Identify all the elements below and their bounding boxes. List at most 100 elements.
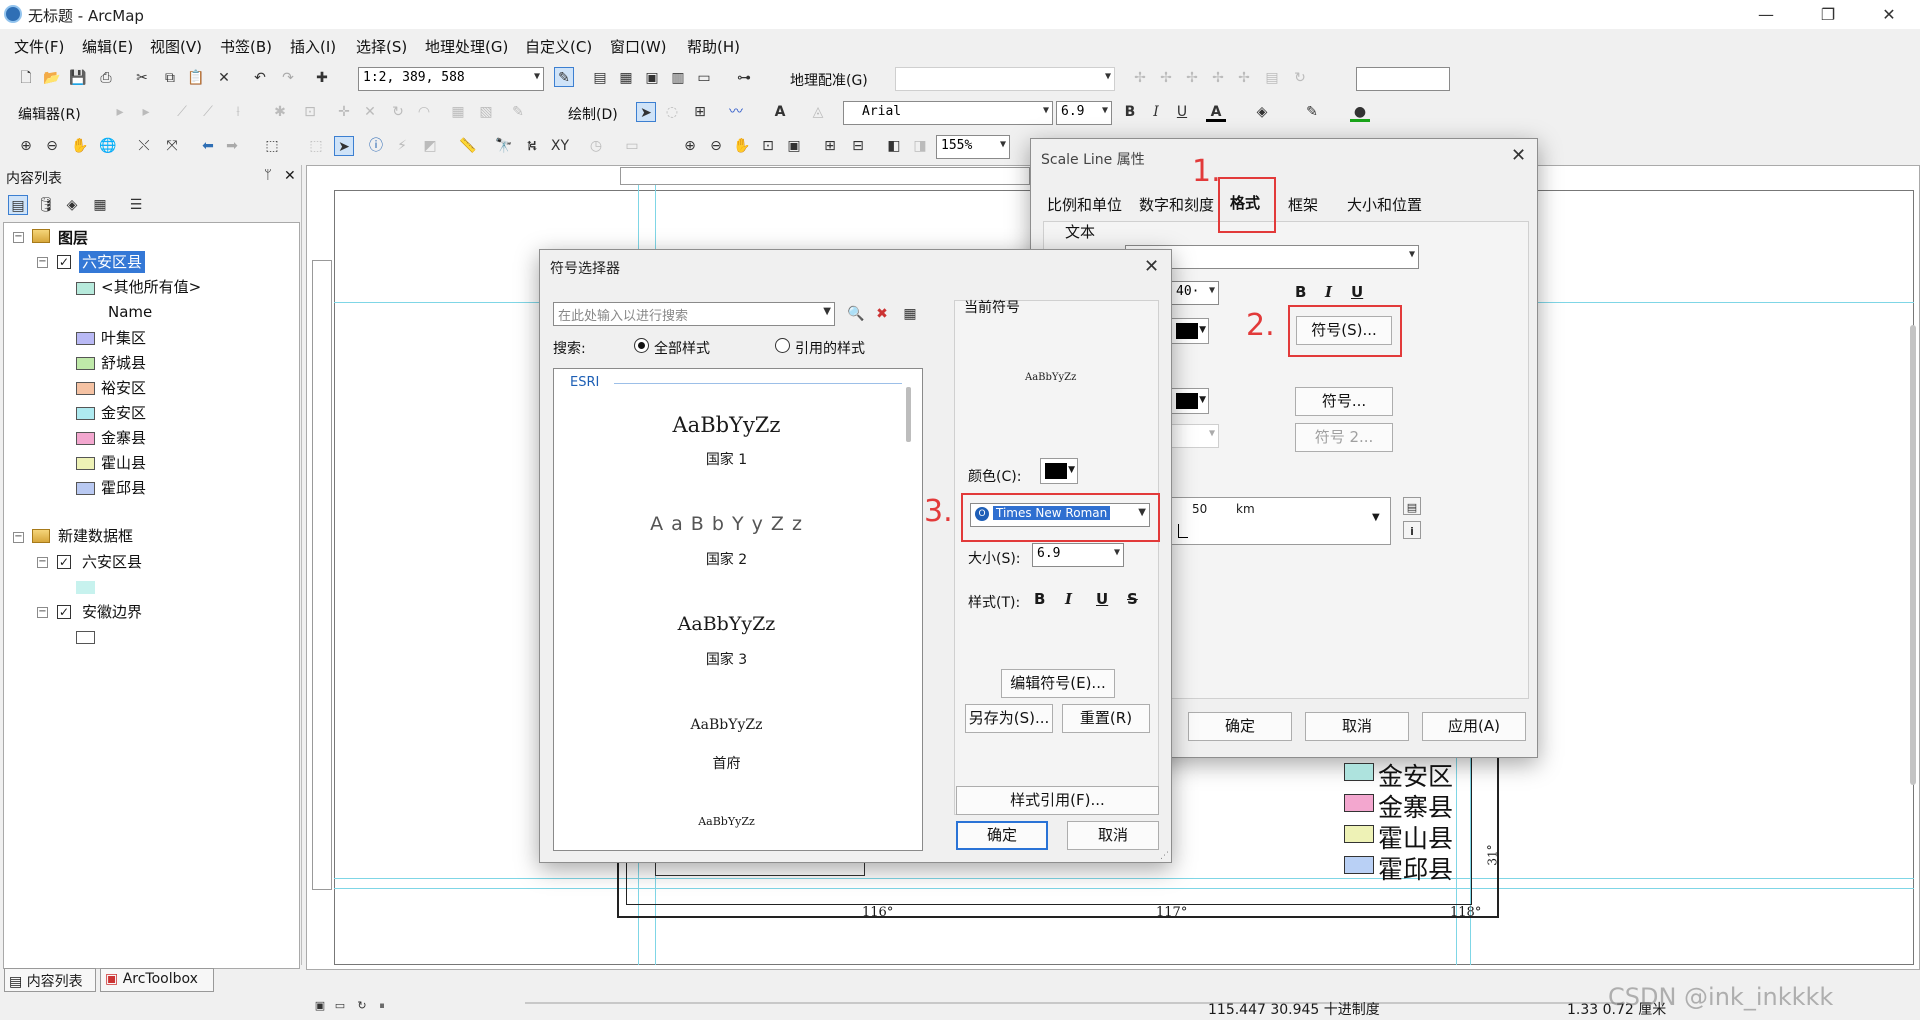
tab-toc[interactable]: ▤ 内容列表 [4,968,96,992]
select-features-icon[interactable]: ⬚ [262,136,282,156]
text-tool-icon[interactable]: A [770,102,790,122]
radio-referenced-styles[interactable] [775,338,790,353]
minimize-button[interactable]: — [1735,0,1797,29]
cut-polygon-icon[interactable]: ⊡ [300,102,320,122]
zoom-whole-page-icon[interactable]: ⊡ [758,136,778,156]
horizontal-scrollbar[interactable] [525,1002,1625,1004]
symbol-gallery[interactable]: ESRI AaBbYyZz 国家 1 A a B b Y y Z z 国家 2 AaBb… [553,368,923,851]
rotate-edit-icon[interactable]: ✛ [334,102,354,122]
pin-icon[interactable]: ᛘ [264,168,272,183]
create-features-icon[interactable]: ✎ [508,102,528,122]
list-by-selection-icon[interactable]: ▦ [90,195,110,215]
zoom-in-icon[interactable]: ⊕ [16,136,36,156]
gallery-scrollbar[interactable] [906,387,911,442]
close-window-button[interactable]: ✕ [1858,0,1920,29]
undo-icon[interactable]: ↶ [250,68,270,88]
symbol-sample[interactable]: AaBbYyZz [554,413,899,437]
font-name-combo[interactable]: Arial ▼ [843,101,1053,125]
split-icon[interactable]: ✱ [270,102,290,122]
reset-button[interactable]: 重置(R) [1062,704,1150,733]
disabled-combo[interactable]: ▼ [1171,424,1219,448]
georef-tool-icon[interactable]: ✢ [1234,68,1254,88]
copy-icon[interactable]: ⧉ [160,68,180,88]
underline-toggle[interactable]: U [1096,590,1108,608]
line-tool-icon[interactable]: 〰 [726,102,746,122]
menu-view[interactable]: 视图(V) [150,36,202,57]
georef-layer-combo[interactable]: ▼ [895,67,1115,91]
search-icon[interactable]: 🔍 [846,304,866,324]
close-panel-icon[interactable]: ✕ [284,168,296,184]
pause-icon[interactable]: ⏸ [372,996,392,1016]
ok-button[interactable]: 确定 [1188,712,1292,741]
close-dialog-icon[interactable]: ✕ [1144,256,1159,277]
marker-color-icon[interactable]: ● [1350,102,1370,122]
save-as-button[interactable]: 另存为(S)... [965,704,1053,733]
list-by-drawing-order-icon[interactable]: ▤ [8,195,28,215]
next-extent-icon[interactable]: ◨ [910,136,930,156]
menu-edit[interactable]: 编辑(E) [82,36,133,57]
vertical-scrollbar[interactable] [1910,325,1916,785]
search-window-icon[interactable]: ▣ [642,68,662,88]
text-color-picker[interactable]: ▼ [1171,318,1209,344]
fill-color-picker[interactable]: ▼ [1171,388,1209,414]
map-scale-combo[interactable]: 1:2, 389, 588 ▼ [358,67,544,91]
close-dialog-icon[interactable]: ✕ [1511,145,1526,166]
catalog-icon[interactable]: ▦ [616,68,636,88]
line-color-icon[interactable]: ✎ [1302,102,1322,122]
menu-help[interactable]: 帮助(H) [687,36,740,57]
menu-geoprocessing[interactable]: 地理处理(G) [425,36,508,57]
collapse-icon[interactable]: − [37,257,48,268]
paste-icon[interactable]: 📋 [186,68,206,88]
bold-toggle[interactable]: B [1034,590,1045,608]
menu-file[interactable]: 文件(F) [14,36,64,57]
layer-visibility-checkbox[interactable]: ✓ [57,255,71,269]
tab-frame[interactable]: 框架 [1288,194,1318,215]
redo-icon[interactable]: ↷ [278,68,298,88]
tab-arctoolbox[interactable]: ▣ ArcToolbox [100,968,214,992]
measure-icon[interactable]: 📏 [458,136,478,156]
data-frame-layers[interactable]: 图层 [58,227,88,249]
tab-scale-and-units[interactable]: 比例和单位 [1047,194,1122,215]
rotate-element-icon[interactable]: ◌ [662,102,682,122]
data-frame-new[interactable]: 新建数据框 [58,525,133,547]
cancel-button[interactable]: 取消 [1305,712,1409,741]
symbol-button[interactable]: 符号... [1295,387,1393,416]
reshape-icon[interactable]: ⟊ [228,102,248,122]
georef-tool-icon[interactable]: ✢ [1182,68,1202,88]
refresh-icon[interactable]: ↻ [352,996,372,1016]
edit-tool-icon[interactable]: ▸ [110,102,130,122]
find-route-icon[interactable]: ⛕ [522,136,542,156]
drawing-menu[interactable]: 绘制(D) [568,104,618,124]
zoom-out-icon[interactable]: ⊖ [42,136,62,156]
georef-tool-icon[interactable]: ✢ [1208,68,1228,88]
layer-anhui-boundary[interactable]: 安徽边界 [82,601,142,623]
straight-segment-icon[interactable]: ⟋ [172,102,192,122]
radio-referenced-styles-label[interactable]: 引用的样式 [795,338,865,358]
pan-icon[interactable]: ✋ [70,136,90,156]
collapse-icon[interactable]: − [37,607,48,618]
layout-zoom-out-icon[interactable]: ⊖ [706,136,726,156]
text-size-combo[interactable]: 40· ▼ [1171,281,1219,305]
layout-pan-icon[interactable]: ✋ [732,136,752,156]
menu-customize[interactable]: 自定义(C) [525,36,592,57]
fixed-zoom-out-icon[interactable]: ⤧ [162,136,182,156]
layout-zoom-in-icon[interactable]: ⊕ [680,136,700,156]
symbol-sample[interactable]: A a B b Y y Z z [554,513,899,535]
italic-toggle[interactable]: I [1065,590,1072,608]
open-icon[interactable]: 📂 [42,68,62,88]
layer-visibility-checkbox[interactable]: ✓ [57,555,71,569]
new-document-icon[interactable]: 🗋 [16,68,36,88]
layer-liuan-counties[interactable]: 六安区县 [79,251,146,273]
rotate-icon[interactable]: ↻ [1290,68,1310,88]
zoom-100-icon[interactable]: ▣ [784,136,804,156]
fixed-zoom-in-layout-icon[interactable]: ⊞ [820,136,840,156]
symbol-2-button[interactable]: 符号 2... [1295,423,1393,452]
list-by-visibility-icon[interactable]: ◈ [62,195,82,215]
layout-zoom-combo[interactable]: 155% ▼ [936,135,1010,159]
add-data-icon[interactable]: ✚ [312,68,332,88]
vertex-icon[interactable]: ⟋ [198,102,218,122]
fixed-zoom-out-layout-icon[interactable]: ⊟ [848,136,868,156]
bold-toggle[interactable]: B [1295,283,1306,301]
clear-search-icon[interactable]: ✖ [872,304,892,324]
back-icon[interactable]: ⬅ [198,136,218,156]
